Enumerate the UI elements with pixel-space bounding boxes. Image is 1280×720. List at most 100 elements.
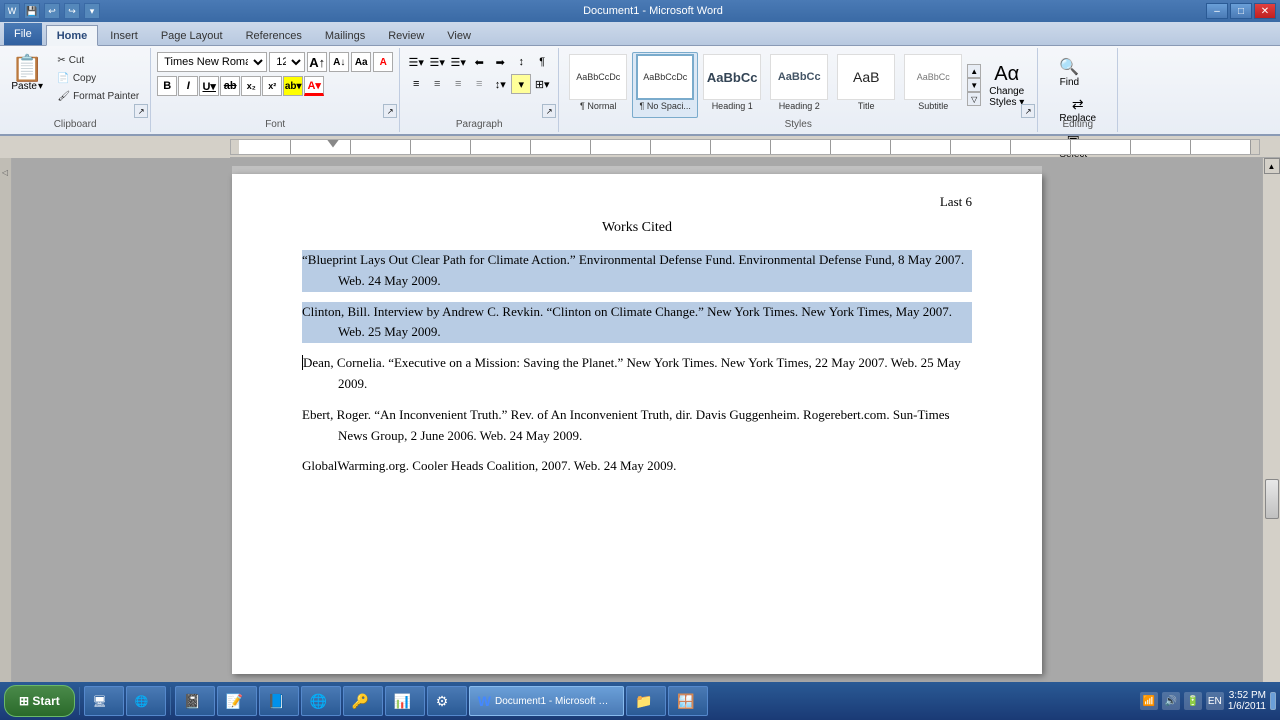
- shading-button[interactable]: ▾: [511, 74, 531, 94]
- font-shrink-button[interactable]: A↓: [329, 52, 349, 72]
- text-highlight-button[interactable]: ab▾: [283, 76, 303, 96]
- italic-button[interactable]: I: [178, 76, 198, 96]
- font-name-select[interactable]: Times New Roman: [157, 52, 267, 72]
- scrollbar-track[interactable]: [1264, 174, 1280, 682]
- change-case-button[interactable]: Aa: [351, 52, 371, 72]
- strikethrough-button[interactable]: ab: [220, 76, 240, 96]
- taskbar-word-shortcut[interactable]: 🌐: [301, 686, 341, 716]
- numbering-button[interactable]: ☰▾: [427, 52, 447, 72]
- paragraph-expand[interactable]: ↗: [542, 104, 556, 118]
- battery-icon[interactable]: 🔋: [1184, 692, 1202, 710]
- font-expand[interactable]: ↗: [383, 104, 397, 118]
- justify-button[interactable]: ≡: [469, 74, 489, 94]
- tab-view[interactable]: View: [436, 25, 482, 45]
- close-button[interactable]: ✕: [1254, 3, 1276, 19]
- bullets-button[interactable]: ☰▾: [406, 52, 426, 72]
- font-size-select[interactable]: 12: [269, 52, 305, 72]
- superscript-button[interactable]: x²: [262, 76, 282, 96]
- citation-1[interactable]: “Blueprint Lays Out Clear Path for Clima…: [302, 250, 972, 292]
- save-icon[interactable]: 💾: [24, 3, 40, 19]
- scrollbar-thumb[interactable]: [1265, 479, 1279, 519]
- style-heading1[interactable]: AaBbCc Heading 1: [699, 52, 765, 118]
- tab-mailings[interactable]: Mailings: [314, 25, 376, 45]
- show-desktop-btn[interactable]: [1270, 692, 1276, 710]
- format-painter-button[interactable]: 🖌 Format Painter: [52, 88, 144, 105]
- bold-button[interactable]: B: [157, 76, 177, 96]
- tab-home[interactable]: Home: [46, 25, 99, 46]
- increase-indent-button[interactable]: ➡: [490, 52, 510, 72]
- right-scrollbar[interactable]: ▲ ▼: [1262, 158, 1280, 698]
- font-grow-button[interactable]: A↑: [307, 52, 327, 72]
- line-spacing-button[interactable]: ↕▾: [490, 74, 510, 94]
- scroll-up-arrow[interactable]: ▲: [1264, 158, 1280, 174]
- citation-5[interactable]: GlobalWarming.org. Cooler Heads Coalitio…: [302, 456, 972, 477]
- volume-icon[interactable]: 🔊: [1162, 692, 1180, 710]
- show-desktop-icon: 🖥: [93, 695, 107, 708]
- title-bar: W 💾 ↩ ↪ ▾ Document1 - Microsoft Word – □…: [0, 0, 1280, 22]
- tab-file[interactable]: File: [4, 23, 42, 45]
- paste-button[interactable]: 📋 Paste▾: [6, 52, 48, 95]
- works-cited-heading[interactable]: Works Cited: [302, 220, 972, 236]
- network-icon[interactable]: 📶: [1140, 692, 1158, 710]
- language-icon[interactable]: EN: [1206, 692, 1224, 710]
- citation-4[interactable]: Ebert, Roger. “An Inconvenient Truth.” R…: [302, 405, 972, 447]
- tab-references[interactable]: References: [235, 25, 313, 45]
- align-center-button[interactable]: ≡: [427, 74, 447, 94]
- cut-button[interactable]: ✂ Cut: [52, 52, 144, 69]
- taskbar-folder[interactable]: 📁: [626, 686, 666, 716]
- taskbar-windows[interactable]: 🪟: [668, 686, 708, 716]
- restore-button[interactable]: □: [1230, 3, 1252, 19]
- find-button[interactable]: 🔍 Find: [1054, 54, 1084, 91]
- taskbar-settings[interactable]: ⚙: [427, 686, 467, 716]
- styles-scroll-down[interactable]: ▼: [967, 78, 981, 92]
- taskbar-notepad[interactable]: 📝: [217, 686, 257, 716]
- sort-button[interactable]: ↕: [511, 52, 531, 72]
- taskbar-onenote[interactable]: 📓: [175, 686, 215, 716]
- browser-icon: 🌐: [310, 693, 327, 710]
- multilevel-button[interactable]: ☰▾: [448, 52, 468, 72]
- document-area[interactable]: Last 6 Works Cited “Blueprint Lays Out C…: [12, 158, 1262, 698]
- style-title[interactable]: AaB Title: [833, 52, 899, 118]
- show-marks-button[interactable]: ¶: [532, 52, 552, 72]
- clipboard-expand[interactable]: ↗: [134, 104, 148, 118]
- redo-icon[interactable]: ↪: [64, 3, 80, 19]
- style-no-spacing[interactable]: AaBbCcDc ¶ No Spaci...: [632, 52, 698, 118]
- style-normal[interactable]: AaBbCcDc ¶ Normal: [565, 52, 631, 118]
- customize-icon[interactable]: ▾: [84, 3, 100, 19]
- citation-2[interactable]: Clinton, Bill. Interview by Andrew C. Re…: [302, 302, 972, 344]
- clear-format-button[interactable]: A: [373, 52, 393, 72]
- subscript-button[interactable]: x₂: [241, 76, 261, 96]
- underline-button[interactable]: U▾: [199, 76, 219, 96]
- minimize-button[interactable]: –: [1206, 3, 1228, 19]
- clock[interactable]: 3:52 PM 1/6/2011: [1228, 690, 1266, 712]
- align-right-button[interactable]: ≡: [448, 74, 468, 94]
- word-icon: W: [4, 3, 20, 19]
- settings-icon: ⚙: [436, 693, 449, 710]
- decrease-indent-button[interactable]: ⬅: [469, 52, 489, 72]
- font-color-button[interactable]: A▾: [304, 76, 324, 96]
- no-spacing-label: ¶ No Spaci...: [640, 101, 691, 111]
- taskbar-access[interactable]: 🔑: [343, 686, 383, 716]
- document-page[interactable]: Last 6 Works Cited “Blueprint Lays Out C…: [232, 174, 1042, 674]
- undo-icon[interactable]: ↩: [44, 3, 60, 19]
- style-heading2[interactable]: AaBbCc Heading 2: [766, 52, 832, 118]
- taskbar-show-desktop[interactable]: 🖥: [84, 686, 124, 716]
- taskbar-word-active[interactable]: W Document1 - Microsoft Word: [469, 686, 624, 716]
- taskbar-ie[interactable]: 🌐: [126, 686, 166, 716]
- tab-review[interactable]: Review: [377, 25, 435, 45]
- citation-3[interactable]: Dean, Cornelia. “Executive on a Mission:…: [302, 353, 972, 395]
- tab-page-layout[interactable]: Page Layout: [150, 25, 234, 45]
- align-left-button[interactable]: ≡: [406, 74, 426, 94]
- styles-scroll-up[interactable]: ▲: [967, 64, 981, 78]
- styles-expand[interactable]: ↗: [1021, 104, 1035, 118]
- tab-insert[interactable]: Insert: [99, 25, 149, 45]
- taskbar-vba[interactable]: 📘: [259, 686, 299, 716]
- start-button[interactable]: ⊞ Start: [4, 685, 75, 717]
- borders-button[interactable]: ⊞▾: [532, 74, 552, 94]
- copy-button[interactable]: 📄 Copy: [52, 70, 144, 87]
- ruler-right-indent: [1251, 140, 1259, 154]
- styles-scroll-more[interactable]: ▽: [967, 92, 981, 106]
- paragraph-row2: ≡ ≡ ≡ ≡ ↕▾ ▾ ⊞▾: [406, 74, 552, 94]
- style-subtitle[interactable]: AaBbCc Subtitle: [900, 52, 966, 118]
- taskbar-excel[interactable]: 📊: [385, 686, 425, 716]
